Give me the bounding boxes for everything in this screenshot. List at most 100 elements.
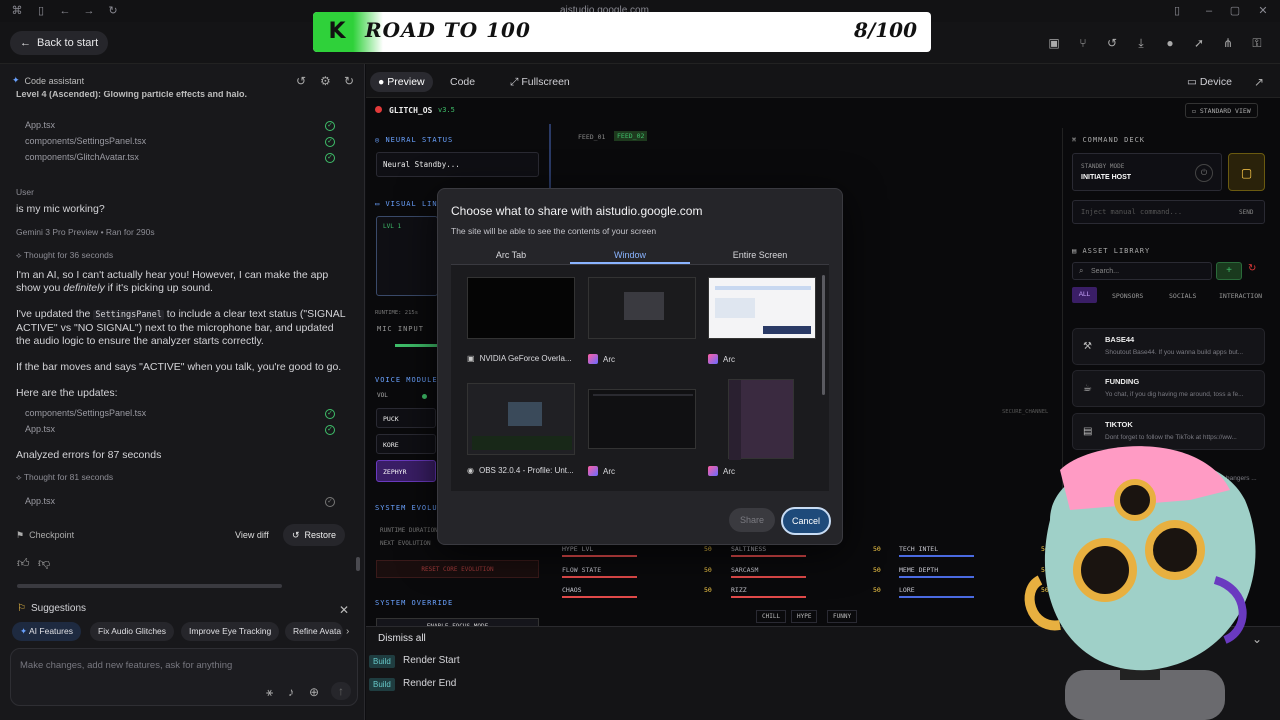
add-attachment-icon[interactable]: ⊕ [309, 685, 319, 699]
view-diff-button[interactable]: View diff [235, 530, 269, 540]
power-icon[interactable]: ⏻ [1195, 164, 1213, 182]
tab-code[interactable]: Code [442, 72, 483, 92]
chat-bubble-button[interactable]: ▢ [1228, 153, 1265, 191]
window-thumbnail[interactable] [467, 277, 575, 339]
external-link-icon[interactable]: ↗ [1254, 75, 1264, 89]
split-view-icon[interactable]: ▯ [1170, 4, 1184, 18]
suggestion-ai-features[interactable]: ✦ AI Features [12, 622, 81, 641]
tab-arc-tab[interactable]: Arc Tab [451, 246, 571, 264]
refresh-icon[interactable]: ↻ [344, 74, 354, 88]
arc-logo-icon[interactable]: ⌘ [10, 4, 24, 18]
mood-hype[interactable]: HYPE [791, 610, 818, 623]
back-to-start-button[interactable]: ← Back to start [10, 31, 109, 55]
window-thumbnail[interactable] [467, 383, 575, 455]
reload-icon[interactable]: ↻ [106, 4, 120, 18]
share-button[interactable]: Share [729, 508, 775, 532]
github-icon[interactable]: ● [1163, 36, 1177, 50]
history-icon[interactable]: ↺ [296, 74, 306, 88]
add-asset-button[interactable]: + [1216, 262, 1242, 280]
close-icon[interactable]: ✕ [339, 603, 349, 617]
deploy-rocket-icon[interactable]: ➚ [1192, 36, 1206, 50]
prompt-placeholder[interactable]: Make changes, add new features, ask for … [20, 660, 232, 671]
send-button[interactable]: SEND [1239, 209, 1253, 216]
asset-card-base44[interactable]: ⚒ BASE44 Shoutout Base44. If you wanna b… [1072, 328, 1265, 365]
filter-socials[interactable]: SOCIALS [1169, 292, 1196, 300]
minimize-icon[interactable]: – [1202, 4, 1216, 18]
file-app-tsx[interactable]: App.tsx [25, 424, 55, 434]
chevron-right-icon[interactable]: › [346, 626, 349, 637]
volume-slider-knob[interactable] [422, 394, 427, 399]
window-label[interactable]: Arc [588, 354, 615, 364]
window-thumbnail[interactable] [588, 277, 696, 339]
suggestion-refine-avatar[interactable]: Refine Avata [285, 622, 343, 641]
file-glitch-avatar[interactable]: components/GlitchAvatar.tsx [25, 152, 139, 162]
mood-chill[interactable]: CHILL [756, 610, 787, 623]
maximize-icon[interactable]: ▢ [1228, 4, 1242, 18]
standby-mode-card[interactable]: STANDBY MODE INITIATE HOST ⏻ [1072, 153, 1222, 191]
window-thumbnail[interactable] [728, 379, 794, 460]
search-placeholder[interactable]: Search... [1091, 268, 1119, 275]
forward-arrow-icon[interactable]: → [82, 4, 96, 18]
file-settings-panel[interactable]: components/SettingsPanel.tsx [25, 408, 146, 418]
window-label[interactable]: Arc [708, 354, 735, 364]
history-icon[interactable]: ↺ [1105, 36, 1119, 50]
thought-toggle[interactable]: ⟡ Thought for 36 seconds [16, 249, 113, 262]
voice-kore[interactable]: KORE [376, 434, 436, 454]
device-button[interactable]: ▭ Device [1179, 72, 1240, 92]
window-thumbnail[interactable] [708, 277, 816, 339]
fullscreen-button[interactable]: ⤢ Fullscreen [502, 72, 578, 92]
reset-core-button[interactable]: RESET CORE EVOLUTION [376, 560, 539, 578]
download-icon[interactable]: ⤓ [1134, 36, 1148, 50]
standard-view-button[interactable]: ▭ STANDARD VIEW [1185, 103, 1258, 118]
ran-for: Ran for 290s [105, 227, 155, 237]
voice-zephyr[interactable]: ZEPHYR [376, 460, 436, 482]
voice-puck[interactable]: PUCK [376, 408, 436, 428]
api-key-icon[interactable]: ⚿ [1250, 36, 1264, 50]
grid-scrollbar[interactable] [822, 275, 825, 395]
filter-interaction[interactable]: INTERACTION [1219, 292, 1280, 300]
thought-toggle[interactable]: ⟡ Thought for 81 seconds [16, 471, 113, 484]
magic-wand-icon[interactable]: ⚹ [266, 685, 273, 700]
suggestion-eye-tracking[interactable]: Improve Eye Tracking [181, 622, 280, 641]
asset-card-funding[interactable]: ☕︎ FUNDING Yo chat, if you dig having me… [1072, 370, 1265, 407]
file-app-tsx[interactable]: App.tsx [25, 120, 55, 130]
tab-preview[interactable]: ● Preview [370, 72, 433, 92]
vertical-scrollbar[interactable] [356, 557, 360, 571]
suggestion-fix-audio[interactable]: Fix Audio Glitches [90, 622, 175, 641]
inject-command-input[interactable]: Inject manual command... SEND [1072, 200, 1265, 224]
cancel-button[interactable]: Cancel [781, 507, 831, 535]
back-arrow-icon[interactable]: ← [58, 4, 72, 18]
send-arrow-icon[interactable]: ↑ [331, 682, 351, 700]
microphone-icon[interactable]: ♪ [288, 685, 294, 699]
mood-funny[interactable]: FUNNY [827, 610, 858, 623]
window-label[interactable]: ▣ NVIDIA GeForce Overla... [467, 354, 572, 363]
inject-placeholder[interactable]: Inject manual command... [1081, 208, 1182, 216]
restore-button[interactable]: ↺ Restore [283, 524, 346, 546]
feed-02-tab[interactable]: FEED_02 [614, 131, 648, 141]
share-icon[interactable]: ⋔ [1221, 36, 1235, 50]
check-icon: ✓ [325, 137, 335, 147]
thumbs-up-icon[interactable]: 👍︎ [17, 556, 30, 571]
file-app-tsx[interactable]: App.tsx [25, 496, 55, 506]
asset-search-input[interactable]: ⌕ Search... [1072, 262, 1212, 280]
settings-gear-icon[interactable]: ⚙ [320, 74, 331, 88]
window-label[interactable]: ◉ OBS 32.0.4 - Profile: Unt... [467, 466, 574, 475]
filter-sponsors[interactable]: SPONSORS [1112, 292, 1143, 300]
window-thumbnail[interactable] [588, 389, 696, 449]
thumbs-down-icon[interactable]: 👎︎ [38, 556, 50, 571]
feed-01-tab[interactable]: FEED_01 [578, 133, 605, 141]
tab-window[interactable]: Window [570, 246, 690, 264]
refresh-assets-icon[interactable]: ↻ [1248, 263, 1256, 274]
window-label[interactable]: Arc [588, 466, 615, 476]
file-settings-panel[interactable]: components/SettingsPanel.tsx [25, 136, 146, 146]
save-icon[interactable]: ▣ [1047, 36, 1061, 50]
prompt-input-box[interactable]: Make changes, add new features, ask for … [10, 648, 358, 706]
horizontal-scrollbar[interactable] [17, 584, 282, 588]
window-label[interactable]: Arc [708, 466, 735, 476]
dismiss-all-button[interactable]: Dismiss all [378, 633, 426, 644]
filter-all[interactable]: ALL [1072, 287, 1097, 303]
close-window-icon[interactable]: ✕ [1256, 4, 1270, 18]
sidebar-toggle-icon[interactable]: ▯ [34, 4, 48, 18]
tab-entire-screen[interactable]: Entire Screen [700, 246, 820, 264]
branch-icon[interactable]: ⑂ [1076, 36, 1090, 50]
